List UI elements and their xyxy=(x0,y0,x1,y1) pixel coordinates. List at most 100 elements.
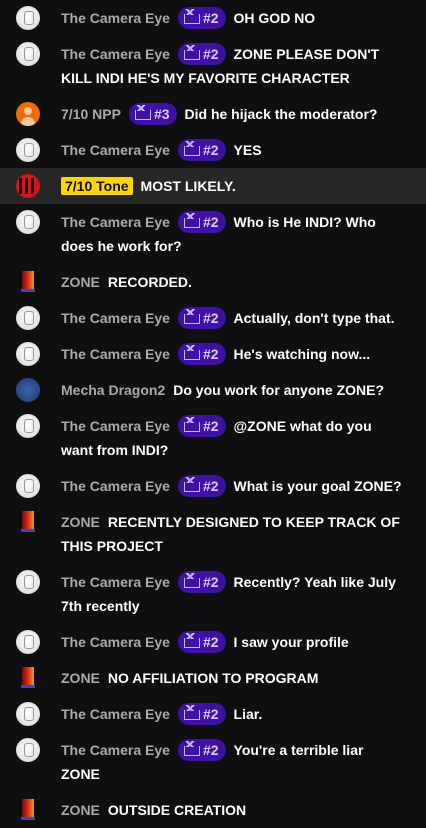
message-body: ZONE RECENTLY DESIGNED TO KEEP TRACK OF T… xyxy=(61,510,404,558)
avatar[interactable] xyxy=(16,42,40,66)
avatar[interactable] xyxy=(16,138,40,162)
message-body: ZONE RECORDED. xyxy=(61,270,404,294)
message-body: Mecha Dragon2 Do you work for anyone ZONE… xyxy=(61,378,404,402)
message-body: The Camera Eye #2 OH GOD NO xyxy=(61,6,404,30)
message-body: The Camera Eye #2 Actually, don't type tha… xyxy=(61,306,404,330)
author-name[interactable]: ZONE xyxy=(61,274,100,290)
author-name[interactable]: The Camera Eye xyxy=(61,10,170,26)
author-name[interactable]: The Camera Eye xyxy=(61,742,170,758)
avatar[interactable] xyxy=(16,210,40,234)
avatar[interactable] xyxy=(16,306,40,330)
author-name[interactable]: The Camera Eye xyxy=(61,214,170,230)
message-body: 7/10 NPP #3 Did he hijack the moderator? xyxy=(61,102,404,126)
chat-message: The Camera Eye #2 OH GOD NO xyxy=(0,0,426,36)
chat-message: The Camera Eye #2 I saw your profile xyxy=(0,624,426,660)
badge-rank: #2 xyxy=(202,46,219,62)
message-body: The Camera Eye #2 @ZONE what do you want f… xyxy=(61,414,404,462)
message-text: Did he hijack the moderator? xyxy=(184,106,378,122)
avatar[interactable] xyxy=(16,174,40,198)
badge-rank: #2 xyxy=(202,574,219,590)
author-name[interactable]: ZONE xyxy=(61,514,100,530)
chat-message: The Camera Eye #2 ZONE PLEASE DON'T KILL I… xyxy=(0,36,426,96)
author-name[interactable]: The Camera Eye xyxy=(61,418,170,434)
crown-icon xyxy=(183,573,200,588)
message-body: The Camera Eye #2 Recently? Yeah like July… xyxy=(61,570,404,618)
message-body: The Camera Eye #2 What is your goal ZONE? xyxy=(61,474,404,498)
badge-rank: #2 xyxy=(202,10,219,26)
badge-rank: #2 xyxy=(202,742,219,758)
author-name[interactable]: ZONE xyxy=(61,670,100,686)
crown-icon xyxy=(134,105,151,120)
chat-message: 7/10 Tone MOST LIKELY. xyxy=(0,168,426,204)
avatar[interactable] xyxy=(16,102,40,126)
badge-rank: #2 xyxy=(202,142,219,158)
live-chat-list[interactable]: The Camera Eye #2 OH GOD NO The Camera Eye #… xyxy=(0,0,426,828)
member-badge: #2 xyxy=(177,43,226,65)
message-body: ZONE OUTSIDE CREATION xyxy=(61,798,404,822)
author-name[interactable]: The Camera Eye xyxy=(61,706,170,722)
message-body: The Camera Eye #2 You're a terrible liar Z… xyxy=(61,738,404,786)
chat-message: The Camera Eye #2 Who is He INDI? Who does… xyxy=(0,204,426,264)
badge-rank: #2 xyxy=(202,310,219,326)
member-badge: #2 xyxy=(177,415,226,437)
member-badge: #2 xyxy=(177,307,226,329)
message-text: OUTSIDE CREATION xyxy=(107,802,247,818)
message-text: RECENTLY DESIGNED TO KEEP TRACK OF THIS … xyxy=(61,514,400,554)
message-text: YES xyxy=(233,142,262,158)
avatar[interactable] xyxy=(16,570,40,594)
member-badge: #2 xyxy=(177,571,226,593)
message-text: NO AFFILIATION TO PROGRAM xyxy=(107,670,319,686)
author-name[interactable]: The Camera Eye xyxy=(61,634,170,650)
avatar[interactable] xyxy=(16,270,40,294)
badge-rank: #2 xyxy=(202,706,219,722)
author-name[interactable]: The Camera Eye xyxy=(61,310,170,326)
message-body: The Camera Eye #2 He's watching now... xyxy=(61,342,404,366)
chat-message: Mecha Dragon2 Do you work for anyone ZONE… xyxy=(0,372,426,408)
avatar[interactable] xyxy=(16,666,40,690)
avatar[interactable] xyxy=(16,6,40,30)
author-name[interactable]: 7/10 Tone xyxy=(61,177,133,195)
author-name[interactable]: ZONE xyxy=(61,802,100,818)
author-name[interactable]: The Camera Eye xyxy=(61,574,170,590)
avatar[interactable] xyxy=(16,474,40,498)
author-name[interactable]: Mecha Dragon2 xyxy=(61,382,165,398)
chat-message: The Camera Eye #2 Liar. xyxy=(0,696,426,732)
message-body: The Camera Eye #2 I saw your profile xyxy=(61,630,404,654)
message-text: Actually, don't type that. xyxy=(233,310,395,326)
message-body: ZONE NO AFFILIATION TO PROGRAM xyxy=(61,666,404,690)
member-badge: #2 xyxy=(177,211,226,233)
chat-message: The Camera Eye #2 You're a terrible liar Z… xyxy=(0,732,426,792)
message-text: What is your goal ZONE? xyxy=(233,478,402,494)
member-badge: #3 xyxy=(128,103,177,125)
crown-icon xyxy=(183,309,200,324)
crown-icon xyxy=(183,705,200,720)
member-badge: #2 xyxy=(177,739,226,761)
author-name[interactable]: The Camera Eye xyxy=(61,46,170,62)
crown-icon xyxy=(183,141,200,156)
avatar[interactable] xyxy=(16,510,40,534)
badge-rank: #2 xyxy=(202,478,219,494)
avatar[interactable] xyxy=(16,414,40,438)
author-name[interactable]: The Camera Eye xyxy=(61,346,170,362)
author-name[interactable]: The Camera Eye xyxy=(61,142,170,158)
author-name[interactable]: The Camera Eye xyxy=(61,478,170,494)
avatar[interactable] xyxy=(16,378,40,402)
member-badge: #2 xyxy=(177,631,226,653)
badge-rank: #2 xyxy=(202,634,219,650)
avatar[interactable] xyxy=(16,630,40,654)
chat-message: The Camera Eye #2 Actually, don't type tha… xyxy=(0,300,426,336)
message-text: I saw your profile xyxy=(233,634,349,650)
avatar[interactable] xyxy=(16,342,40,366)
author-name[interactable]: 7/10 NPP xyxy=(61,106,121,122)
member-badge: #2 xyxy=(177,475,226,497)
crown-icon xyxy=(183,741,200,756)
message-body: The Camera Eye #2 ZONE PLEASE DON'T KILL I… xyxy=(61,42,404,90)
message-body: The Camera Eye #2 Who is He INDI? Who does… xyxy=(61,210,404,258)
member-badge: #2 xyxy=(177,139,226,161)
message-text: OH GOD NO xyxy=(233,10,316,26)
avatar[interactable] xyxy=(16,738,40,762)
avatar[interactable] xyxy=(16,702,40,726)
chat-message: The Camera Eye #2 What is your goal ZONE? xyxy=(0,468,426,504)
crown-icon xyxy=(183,213,200,228)
avatar[interactable] xyxy=(16,798,40,822)
